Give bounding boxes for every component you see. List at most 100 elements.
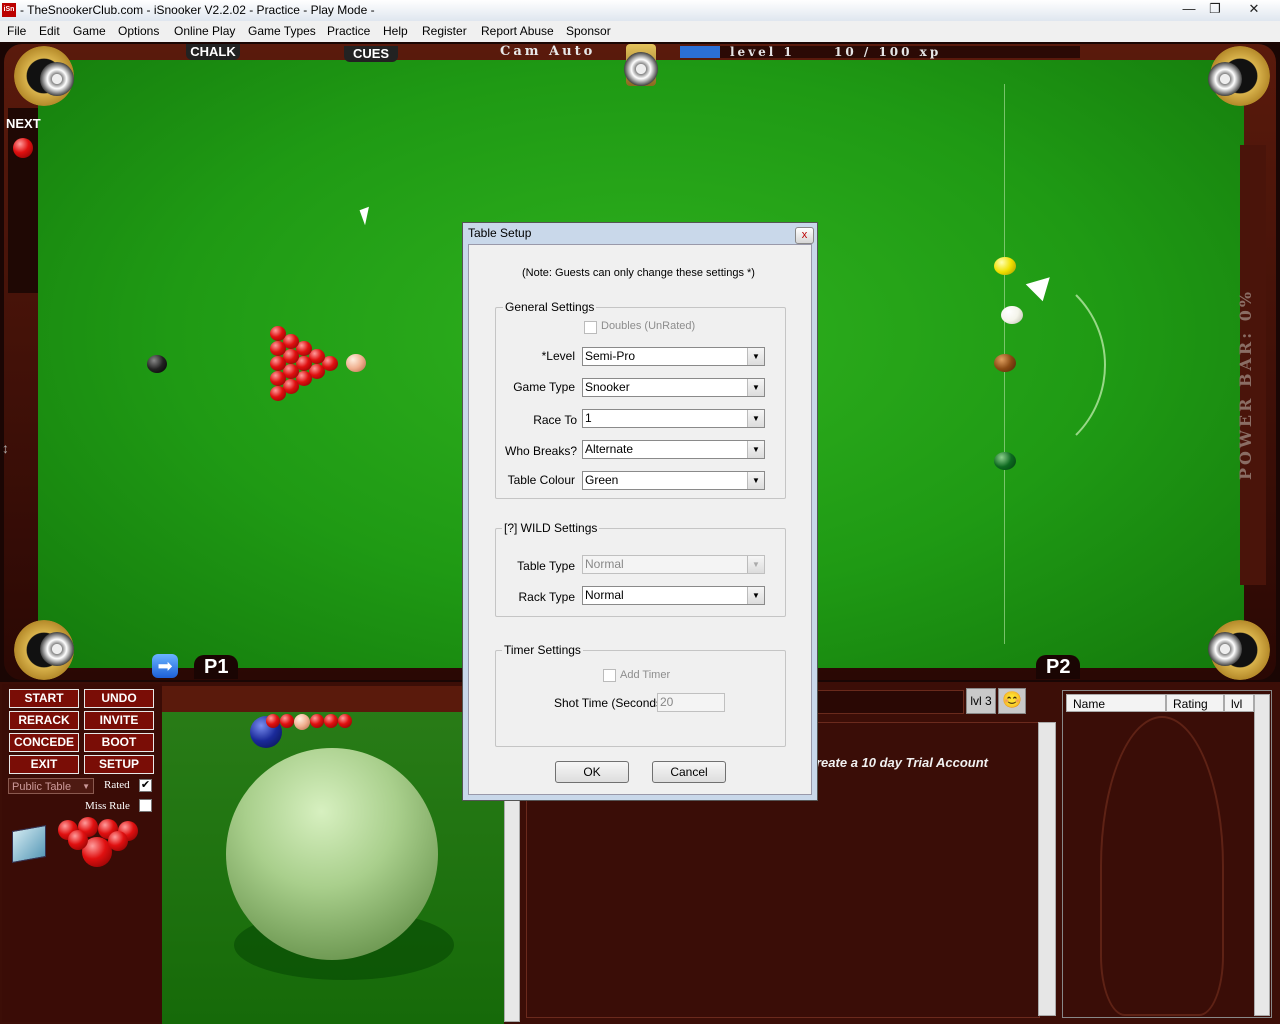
level-select[interactable]: Semi-Pro ▼: [582, 347, 765, 366]
table-colour-select-value: Green: [585, 473, 619, 487]
cue-ball[interactable]: [1001, 306, 1023, 324]
timer-settings-label: Timer Settings: [502, 643, 583, 657]
rack-type-select[interactable]: Normal ▼: [582, 586, 765, 605]
race-to-label: Race To: [533, 413, 577, 427]
chalk-button[interactable]: CHALK: [186, 44, 240, 60]
menu-edit[interactable]: Edit: [39, 24, 60, 38]
chat-message: reate a 10 day Trial Account: [816, 755, 988, 770]
menu-online-play[interactable]: Online Play: [174, 24, 235, 38]
dialog-title: Table Setup: [468, 226, 532, 240]
menu-game[interactable]: Game: [73, 24, 106, 38]
window-title: - TheSnookerClub.com - iSnooker V2.2.02 …: [20, 3, 375, 17]
start-button[interactable]: START: [9, 689, 79, 708]
table-colour-select[interactable]: Green ▼: [582, 471, 765, 490]
player-silhouette: [1100, 716, 1224, 1016]
dialog-close-button[interactable]: x: [795, 227, 814, 244]
cube-icon[interactable]: [12, 825, 46, 863]
wild-settings-label[interactable]: [?] WILD Settings: [502, 521, 600, 535]
chat-input[interactable]: [816, 690, 964, 714]
level-filter-button[interactable]: lvl 3: [966, 688, 996, 714]
miss-rule-checkbox[interactable]: [139, 799, 152, 812]
red-ball: [270, 386, 286, 401]
level-select-value: Semi-Pro: [585, 349, 636, 363]
menu-practice[interactable]: Practice: [327, 24, 370, 38]
menu-report-abuse[interactable]: Report Abuse: [481, 24, 554, 38]
concede-button[interactable]: CONCEDE: [9, 733, 79, 752]
undo-button[interactable]: UNDO: [84, 689, 154, 708]
add-timer-checkbox[interactable]: [603, 669, 616, 682]
red-ball: [270, 326, 286, 341]
ok-button[interactable]: OK: [555, 761, 629, 783]
shot-time-value: 20: [660, 695, 674, 709]
close-window-button[interactable]: ✕: [1240, 0, 1268, 18]
race-to-select-value: 1: [585, 411, 592, 425]
minimize-button[interactable]: —: [1176, 0, 1202, 18]
column-header-rating[interactable]: Rating: [1166, 694, 1224, 712]
race-to-select[interactable]: 1 ▼: [582, 409, 765, 428]
exit-button[interactable]: EXIT: [9, 755, 79, 774]
doubles-checkbox[interactable]: [584, 321, 597, 334]
app-icon: iSn: [2, 3, 16, 17]
green-ball: [994, 452, 1016, 470]
table-type-label: Table Type: [517, 559, 575, 573]
table-type-select-value: Normal: [585, 557, 624, 571]
menu-sponsor[interactable]: Sponsor: [566, 24, 611, 38]
who-breaks-select[interactable]: Alternate ▼: [582, 440, 765, 459]
pink-ball: [346, 354, 366, 372]
pocket-net-bottom-left: [40, 632, 74, 666]
camera-mode[interactable]: Cam Auto: [500, 44, 595, 59]
game-type-label: Game Type: [513, 380, 575, 394]
chat-scrollbar[interactable]: [1038, 722, 1056, 1016]
menu-help[interactable]: Help: [383, 24, 408, 38]
setup-button[interactable]: SETUP: [84, 755, 154, 774]
game-type-select[interactable]: Snooker ▼: [582, 378, 765, 397]
shot-time-input: 20: [657, 693, 725, 712]
rack-balls-icon[interactable]: [48, 815, 148, 870]
red-ball: [270, 341, 286, 356]
menu-options[interactable]: Options: [118, 24, 159, 38]
rated-checkbox[interactable]: ✔: [139, 779, 152, 792]
pocket-net-middle-top: [624, 52, 658, 86]
table-visibility-select[interactable]: Public Table ▼: [8, 778, 94, 794]
who-breaks-select-value: Alternate: [585, 442, 634, 456]
side-handle-icon[interactable]: ↕: [2, 440, 16, 464]
player-level: level 1: [730, 45, 795, 59]
player2-label: P2: [1036, 655, 1081, 679]
invite-button[interactable]: INVITE: [84, 711, 154, 730]
add-timer-label: Add Timer: [620, 669, 671, 681]
chevron-down-icon: ▼: [747, 379, 764, 396]
table-colour-label: Table Colour: [507, 473, 575, 487]
cancel-button[interactable]: Cancel: [652, 761, 726, 783]
maximize-button[interactable]: ❐: [1202, 0, 1228, 18]
menu-file[interactable]: File: [7, 24, 26, 38]
menu-register[interactable]: Register: [422, 24, 467, 38]
players-scrollbar[interactable]: [1254, 694, 1270, 1016]
column-header-lvl[interactable]: lvl: [1224, 694, 1254, 712]
next-ball-panel: [8, 108, 38, 293]
game-type-select-value: Snooker: [585, 380, 630, 394]
dialog-note: (Note: Guests can only change these sett…: [522, 267, 755, 279]
boot-button[interactable]: BOOT: [84, 733, 154, 752]
rerack-button[interactable]: RERACK: [9, 711, 79, 730]
pocket-net-top-right: [1208, 62, 1242, 96]
xp-bar-fill: [680, 46, 720, 58]
chevron-down-icon: ▼: [747, 587, 764, 604]
menu-game-types[interactable]: Game Types: [248, 24, 316, 38]
xp-counter: 10 / 100 xp: [834, 45, 942, 59]
column-header-name[interactable]: Name: [1066, 694, 1166, 712]
menu-bar: File Edit Game Options Online Play Game …: [0, 21, 1280, 43]
table-type-select: Normal ▼: [582, 555, 765, 574]
shot-time-label: Shot Time (Seconds): [554, 696, 667, 710]
red-ball: [270, 371, 286, 386]
smiley-icon[interactable]: 😊: [998, 688, 1026, 714]
brown-ball: [994, 354, 1016, 372]
pocket-net-bottom-right: [1208, 632, 1242, 666]
pocket-net-top-left: [40, 62, 74, 96]
cue-ball-view-cushion: [162, 686, 504, 712]
reds-3d: [266, 712, 356, 730]
chevron-down-icon: ▼: [82, 782, 90, 791]
cues-button[interactable]: CUES: [344, 46, 398, 62]
general-settings-label: General Settings: [503, 300, 597, 314]
cue-ball-closeup[interactable]: [226, 748, 438, 960]
chevron-down-icon: ▼: [747, 441, 764, 458]
